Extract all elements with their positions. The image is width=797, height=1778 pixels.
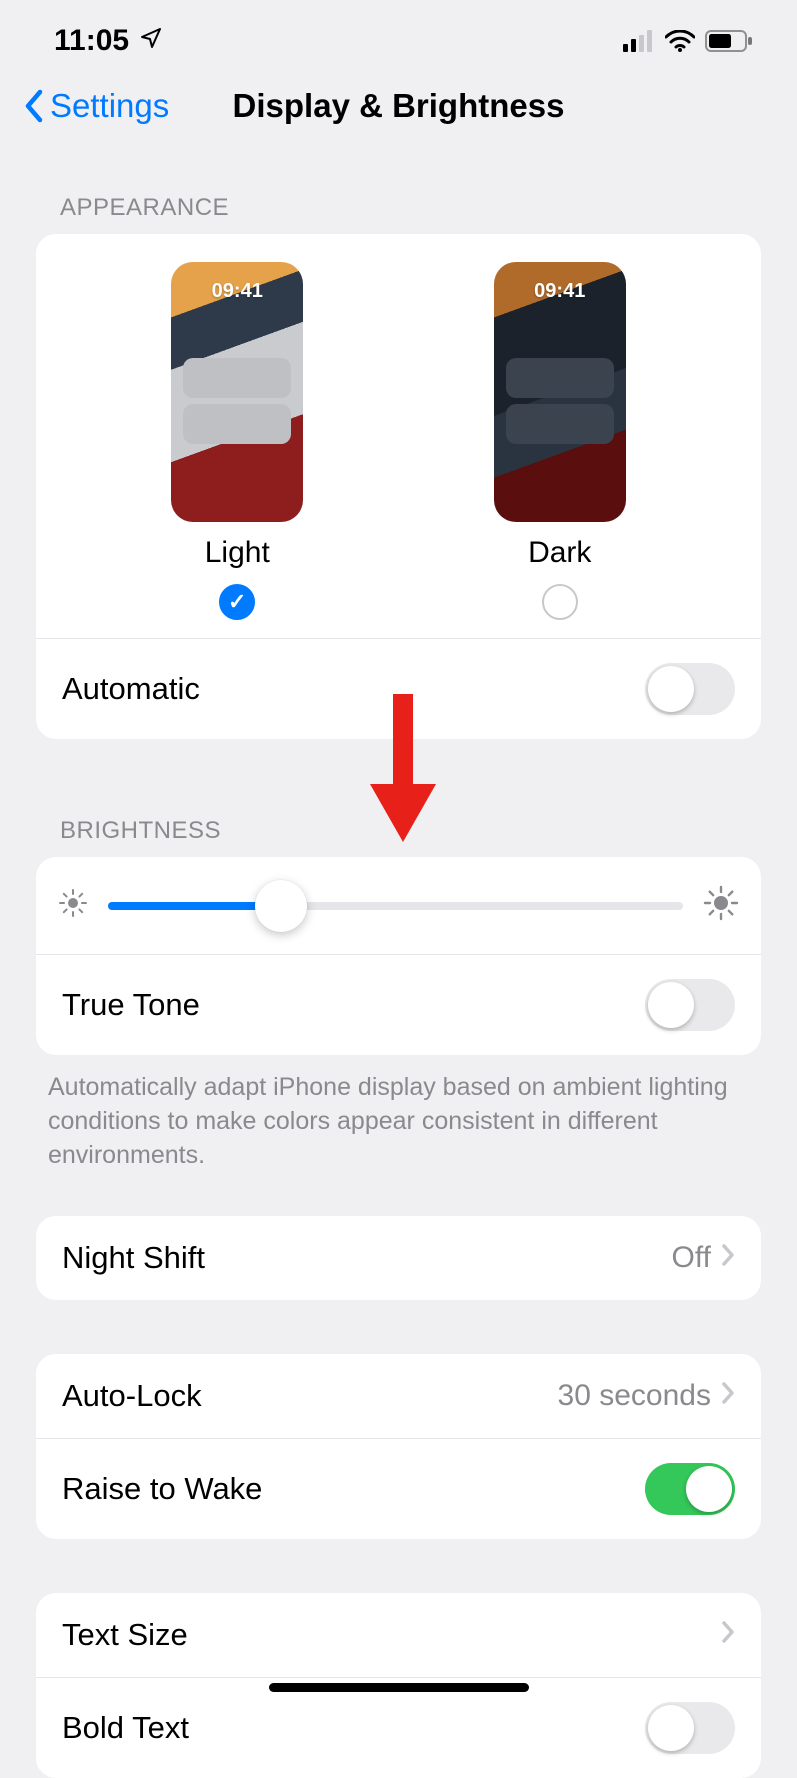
row-label: True Tone	[62, 987, 200, 1023]
home-indicator	[269, 1683, 529, 1692]
true-tone-footer: Automatically adapt iPhone display based…	[0, 1055, 797, 1182]
brightness-group: True Tone	[36, 857, 761, 1055]
toggle-raise-to-wake[interactable]	[645, 1463, 735, 1515]
appearance-preview-light: 09:41	[171, 262, 303, 522]
back-button[interactable]: Settings	[24, 87, 169, 125]
row-label: Text Size	[62, 1617, 188, 1653]
toggle-true-tone[interactable]	[645, 979, 735, 1031]
radio-selected-icon[interactable]	[219, 584, 255, 620]
appearance-group: 09:41 Light 09:41 Dark Automatic	[36, 234, 761, 739]
row-auto-lock[interactable]: Auto-Lock 30 seconds	[36, 1354, 761, 1438]
section-header-brightness: BRIGHTNESS	[0, 739, 797, 857]
row-label: Automatic	[62, 671, 200, 707]
chevron-right-icon	[721, 1379, 735, 1413]
row-label: Auto-Lock	[62, 1378, 202, 1414]
wifi-icon	[665, 30, 695, 52]
appearance-option-dark[interactable]: 09:41 Dark	[494, 262, 626, 620]
row-value: Off	[672, 1241, 711, 1275]
appearance-options: 09:41 Light 09:41 Dark	[36, 234, 761, 638]
brightness-slider-row	[36, 857, 761, 954]
appearance-option-label: Dark	[528, 536, 591, 570]
appearance-option-light[interactable]: 09:41 Light	[171, 262, 303, 620]
row-text-size[interactable]: Text Size	[36, 1593, 761, 1677]
row-night-shift[interactable]: Night Shift Off	[36, 1216, 761, 1300]
row-label: Bold Text	[62, 1710, 189, 1746]
night-shift-group: Night Shift Off	[36, 1216, 761, 1300]
chevron-right-icon	[721, 1241, 735, 1275]
row-label: Night Shift	[62, 1240, 205, 1276]
chevron-right-icon	[721, 1618, 735, 1652]
lock-group: Auto-Lock 30 seconds Raise to Wake	[36, 1354, 761, 1539]
appearance-preview-dark: 09:41	[494, 262, 626, 522]
status-bar: 11:05	[0, 0, 797, 66]
chevron-left-icon	[24, 89, 44, 123]
row-raise-to-wake[interactable]: Raise to Wake	[36, 1438, 761, 1539]
radio-unselected-icon[interactable]	[542, 584, 578, 620]
location-icon	[139, 24, 163, 58]
appearance-option-label: Light	[205, 536, 270, 570]
brightness-high-icon	[703, 885, 739, 926]
row-label: Raise to Wake	[62, 1471, 262, 1507]
row-true-tone[interactable]: True Tone	[36, 954, 761, 1055]
slider-thumb[interactable]	[255, 880, 307, 932]
battery-icon	[705, 30, 753, 52]
section-header-appearance: APPEARANCE	[0, 146, 797, 234]
brightness-slider[interactable]	[108, 902, 683, 910]
row-value: 30 seconds	[558, 1379, 711, 1413]
row-bold-text[interactable]: Bold Text	[36, 1677, 761, 1778]
back-label: Settings	[50, 87, 169, 125]
cellular-icon	[623, 30, 655, 52]
status-time: 11:05	[54, 24, 129, 58]
nav-bar: Settings Display & Brightness	[0, 66, 797, 146]
brightness-low-icon	[58, 888, 88, 923]
toggle-bold-text[interactable]	[645, 1702, 735, 1754]
toggle-automatic[interactable]	[645, 663, 735, 715]
row-automatic[interactable]: Automatic	[36, 638, 761, 739]
